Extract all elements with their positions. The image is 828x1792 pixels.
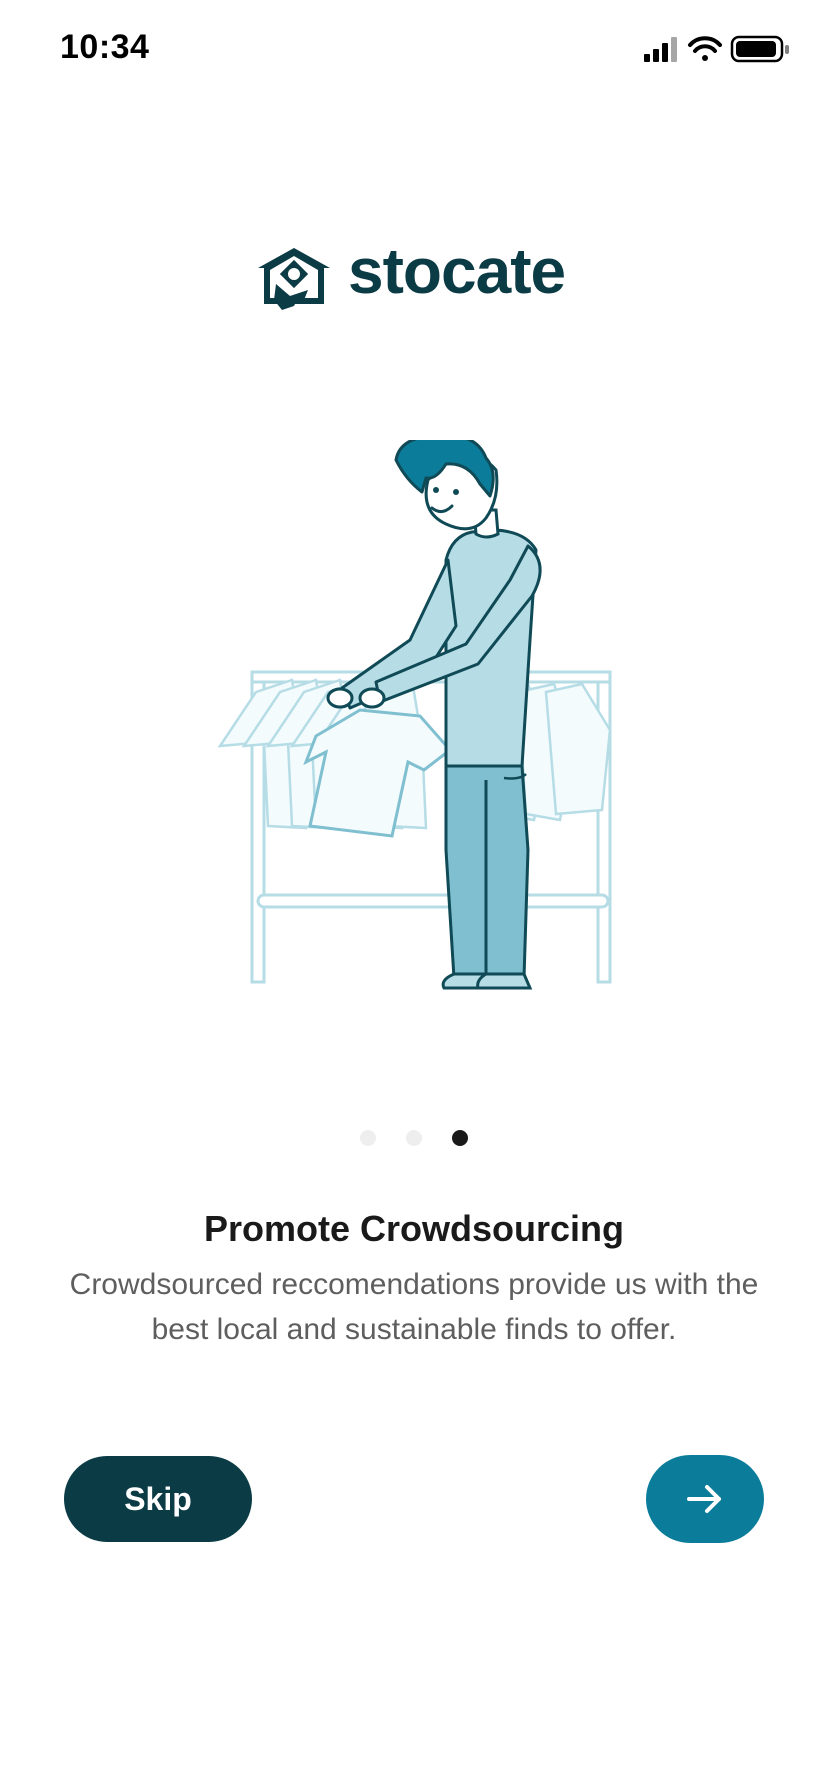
next-button[interactable]	[646, 1455, 764, 1543]
logo-wordmark: stocate	[348, 235, 566, 307]
signal-icon	[644, 37, 677, 62]
status-icons	[644, 34, 794, 64]
wifi-icon	[688, 36, 722, 61]
status-bar: 10:34	[0, 0, 828, 100]
onboarding-title: Promote Crowdsourcing	[203, 1208, 625, 1249]
person-browsing-clothing-rack-illustration	[217, 440, 612, 990]
status-time: 10:34	[60, 28, 150, 66]
pagination-dot-3-active[interactable]	[452, 1130, 468, 1146]
battery-icon	[730, 35, 789, 63]
arrow-right-icon	[687, 1485, 721, 1513]
skip-button[interactable]: Skip	[64, 1456, 252, 1542]
app-logo: stocate	[254, 235, 584, 320]
onboarding-screen: 10:34 stocate Promote Crowdsourcing Crow…	[0, 0, 828, 1792]
pagination-dot-2[interactable]	[406, 1130, 422, 1146]
logo-house-icon	[258, 248, 330, 310]
pagination-dots	[0, 1130, 828, 1150]
pagination-dot-1[interactable]	[360, 1130, 376, 1146]
onboarding-description: Crowdsourced reccomendations provide us …	[69, 1268, 759, 1346]
